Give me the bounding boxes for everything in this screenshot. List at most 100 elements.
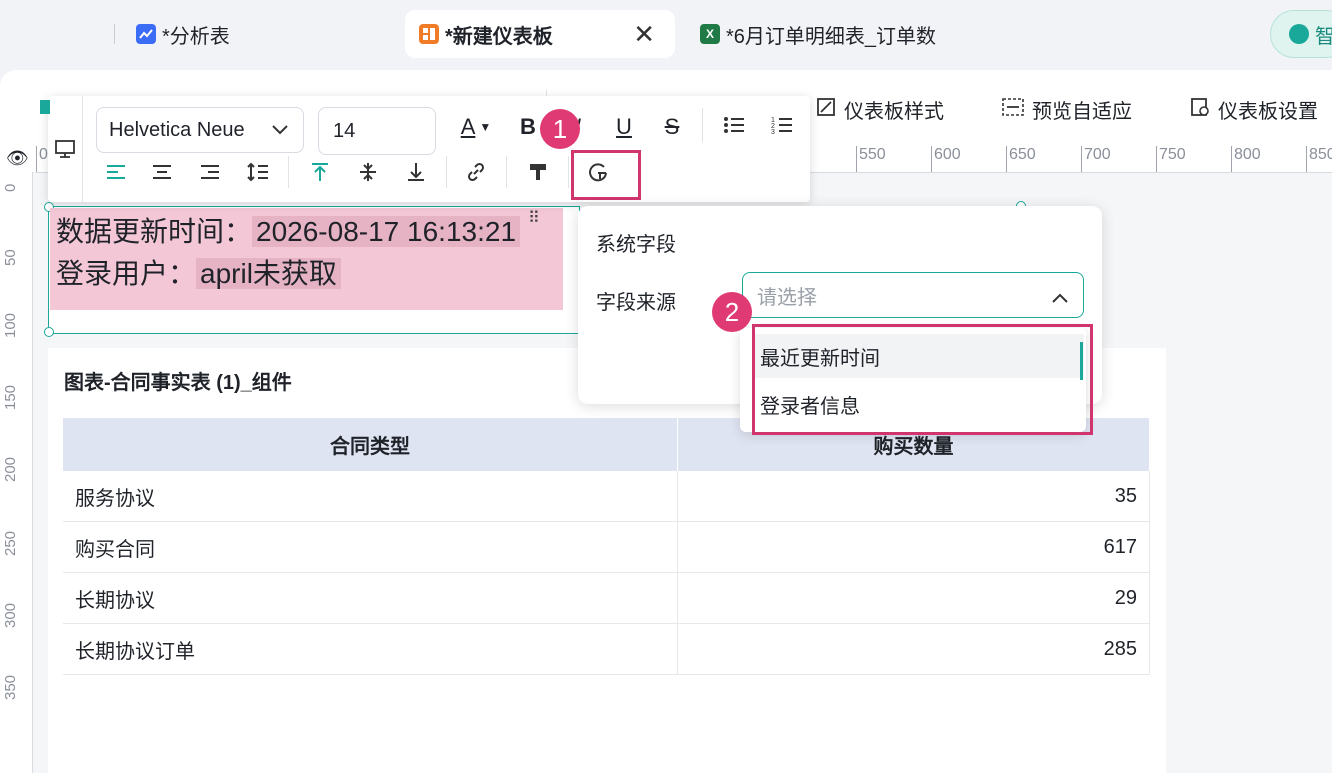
dashboard-style-button[interactable]: 仪表板样式 [816,95,944,124]
ruler-mark: 700 [1081,146,1111,172]
chart-icon [136,24,156,44]
ai-label: 智 [1315,25,1332,48]
dashboard-style-label: 仪表板样式 [844,101,944,123]
table-row: 长期协议 29 [63,572,1150,624]
data-table: 合同类型 购买数量 服务协议 35 购买合同 617 长期协议 29 长期协议订单 28… [63,418,1150,675]
tab-new-dashboard[interactable]: *新建仪表板 ✕ [405,10,675,58]
eye-icon[interactable]: 👁 [6,148,29,169]
text-line-update-time[interactable]: 数据更新时间： 2026-08-17 16:13:21 [56,210,521,250]
drag-handle-icon[interactable]: ⠿ [528,208,540,228]
step-badge-1: 1 [540,109,580,149]
tab-label: *分析表 [162,25,230,48]
login-user-label: 登录用户： [56,258,197,289]
font-family-value: Helvetica Neue [109,118,245,141]
divider [506,156,507,188]
line-height-icon[interactable] [244,158,272,186]
table-cell: 617 [677,521,1150,573]
resize-handle[interactable] [44,327,54,337]
ruler-mark: 550 [856,146,886,172]
excel-icon: X [700,24,720,44]
field-source-label: 字段来源 [596,292,676,314]
dashboard-settings-label: 仪表板设置 [1218,101,1318,123]
align-right-icon[interactable] [196,158,224,186]
font-family-select[interactable]: Helvetica Neue [96,107,304,153]
ruler-corner: 👁 [0,146,36,172]
tab-label: *6月订单明细表_订单数 [726,25,937,48]
ruler-mark: 750 [1156,146,1186,172]
settings-icon [1190,97,1210,123]
tab-order-detail[interactable]: X *6月订单明细表_订单数 [700,10,945,58]
ruler-mark: 350 [2,674,19,700]
select-placeholder: 请选择 [757,286,817,309]
ruler-mark: 100 [2,312,19,338]
strikethrough-button[interactable]: S [658,110,686,144]
align-top-icon[interactable] [306,158,334,186]
numbered-list-icon[interactable]: 123 [768,110,796,140]
format-painter-icon[interactable] [524,158,552,186]
ruler-mark: 0 [2,183,19,192]
table-row: 服务协议 35 [63,471,1150,522]
link-icon[interactable] [462,158,490,186]
ruler-mark: 850 [1306,146,1332,172]
fit-width-icon [1002,97,1024,123]
chevron-down-icon [271,119,289,142]
table-row: 购买合同 617 [63,521,1150,573]
style-icon [816,97,836,123]
field-source-select[interactable]: 请选择 [742,272,1084,318]
ruler-mark: 50 [2,249,19,266]
bold-button[interactable]: B [514,110,542,144]
divider [446,156,447,188]
highlight-box-1 [571,150,641,200]
close-icon[interactable]: ✕ [633,19,655,50]
table-cell: 长期协议 [63,572,678,624]
ruler-mark: 200 [2,456,19,482]
underline-button[interactable]: U [610,110,638,144]
update-time-label: 数据更新时间： [56,216,253,247]
divider [568,156,569,188]
table-cell: 35 [677,471,1150,522]
chevron-up-icon [1051,287,1069,310]
column-header[interactable]: 合同类型 [63,418,678,471]
table-cell: 购买合同 [63,521,678,573]
ruler-mark: 800 [1231,146,1261,172]
align-left-icon[interactable] [102,158,130,186]
font-color-button[interactable]: A ▼ [456,110,496,144]
font-color-icon: A [460,114,476,139]
ai-assistant-button[interactable]: 智 [1270,10,1332,58]
ruler-mark: 650 [1006,146,1036,172]
table-cell: 285 [677,623,1150,675]
dashboard-icon [419,24,439,44]
align-middle-icon[interactable] [354,158,382,186]
table-cell: 服务协议 [63,471,678,522]
divider [288,156,289,188]
ruler-mark: 0 [36,146,48,172]
preview-adapt-label: 预览自适应 [1032,101,1132,123]
card-title: 图表-合同事实表 (1)_组件 [64,372,292,394]
step-badge-2: 2 [712,292,752,332]
tab-analysis[interactable]: *分析表 [136,10,386,58]
tab-label: *新建仪表板 [445,25,553,48]
highlight-box-2 [752,324,1093,435]
table-row: 长期协议订单 285 [63,623,1150,675]
ruler-mark: 300 [2,602,19,628]
dashboard-settings-button[interactable]: 仪表板设置 [1190,95,1318,124]
divider [82,96,83,202]
popover-title: 系统字段 [596,234,676,256]
ruler-mark: 250 [2,530,19,556]
align-center-icon[interactable] [148,158,176,186]
preview-adapt-button[interactable]: 预览自适应 [1002,95,1132,124]
svg-text:3: 3 [771,129,775,135]
divider [702,108,703,142]
ruler-mark: 150 [2,384,19,410]
update-time-field[interactable]: 2026-08-17 16:13:21 [252,216,521,247]
table-cell: 长期协议订单 [63,623,678,675]
tab-divider [114,24,115,44]
align-bottom-icon[interactable] [402,158,430,186]
font-size-input[interactable]: 14 [318,107,436,155]
login-user-field[interactable]: april未获取 [196,258,341,289]
table-cell: 29 [677,572,1150,624]
monitor-icon[interactable] [52,136,78,162]
bullet-list-icon[interactable] [720,110,748,140]
text-line-login-user[interactable]: 登录用户： april未获取 [56,252,341,292]
vertical-ruler: 0 50 100 150 200 250 300 350 [0,172,33,773]
